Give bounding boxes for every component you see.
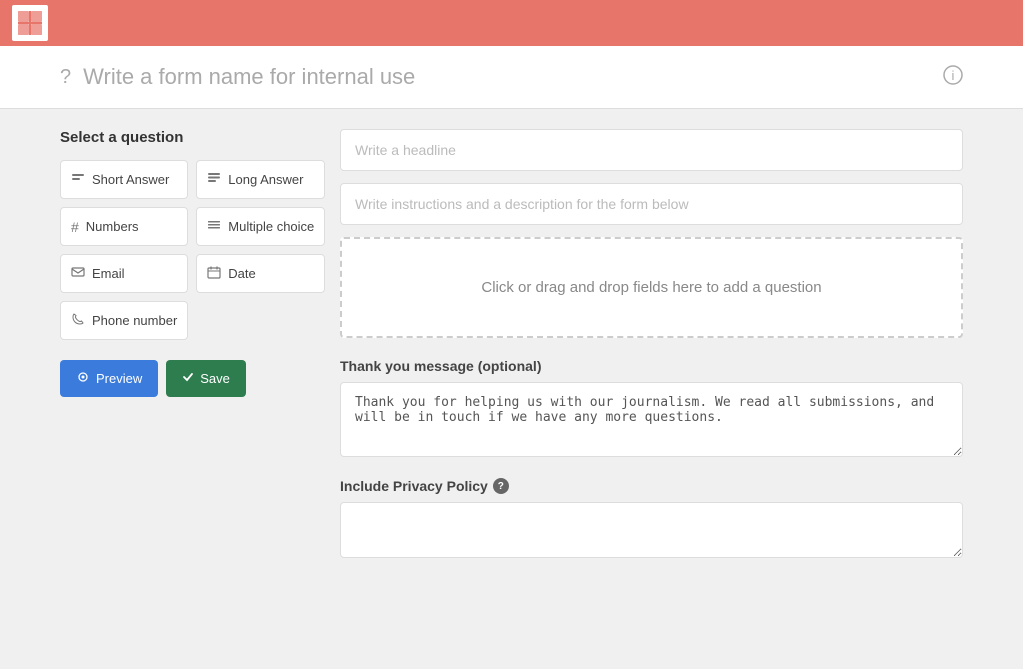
phone-icon	[71, 312, 85, 329]
question-grid: Short Answer Long Answer # Numbers	[60, 160, 300, 340]
info-icon[interactable]: i	[943, 65, 963, 90]
privacy-textarea[interactable]	[340, 502, 963, 558]
privacy-label: Include Privacy Policy ?	[340, 478, 963, 494]
short-answer-icon	[71, 171, 85, 188]
description-input[interactable]	[340, 183, 963, 225]
thank-you-label: Thank you message (optional)	[340, 358, 963, 374]
headline-input[interactable]	[340, 129, 963, 171]
preview-button[interactable]: Preview	[60, 360, 158, 397]
numbers-icon: #	[71, 219, 79, 235]
thank-you-section: Thank you message (optional) Thank you f…	[340, 358, 963, 462]
privacy-info-icon[interactable]: ?	[493, 478, 509, 494]
svg-text:i: i	[952, 68, 955, 83]
save-checkmark-icon	[182, 371, 194, 386]
drop-zone[interactable]: Click or drag and drop fields here to ad…	[340, 237, 963, 338]
form-title-bar: ? i	[0, 46, 1023, 109]
short-answer-button[interactable]: Short Answer	[60, 160, 188, 199]
thank-you-textarea[interactable]: Thank you for helping us with our journa…	[340, 382, 963, 457]
help-icon[interactable]: ?	[60, 66, 71, 89]
main-area: Select a question Short Answer	[0, 109, 1023, 669]
date-icon	[207, 265, 221, 282]
select-question-heading: Select a question	[60, 129, 300, 146]
privacy-section: Include Privacy Policy ?	[340, 478, 963, 563]
save-button[interactable]: Save	[166, 360, 246, 397]
form-name-input[interactable]	[83, 64, 931, 90]
email-button[interactable]: Email	[60, 254, 188, 293]
numbers-button[interactable]: # Numbers	[60, 207, 188, 246]
page-content: ? i Select a question	[0, 46, 1023, 669]
preview-icon	[76, 370, 90, 387]
date-button[interactable]: Date	[196, 254, 325, 293]
long-answer-icon	[207, 171, 221, 188]
right-panel: Click or drag and drop fields here to ad…	[340, 129, 963, 649]
phone-number-button[interactable]: Phone number	[60, 301, 188, 340]
multiple-choice-button[interactable]: Multiple choice	[196, 207, 325, 246]
action-buttons: Preview Save	[60, 360, 300, 397]
email-icon	[71, 265, 85, 282]
top-bar	[0, 0, 1023, 46]
multiple-choice-icon	[207, 218, 221, 235]
logo	[12, 5, 48, 41]
left-panel: Select a question Short Answer	[60, 129, 300, 649]
long-answer-button[interactable]: Long Answer	[196, 160, 325, 199]
